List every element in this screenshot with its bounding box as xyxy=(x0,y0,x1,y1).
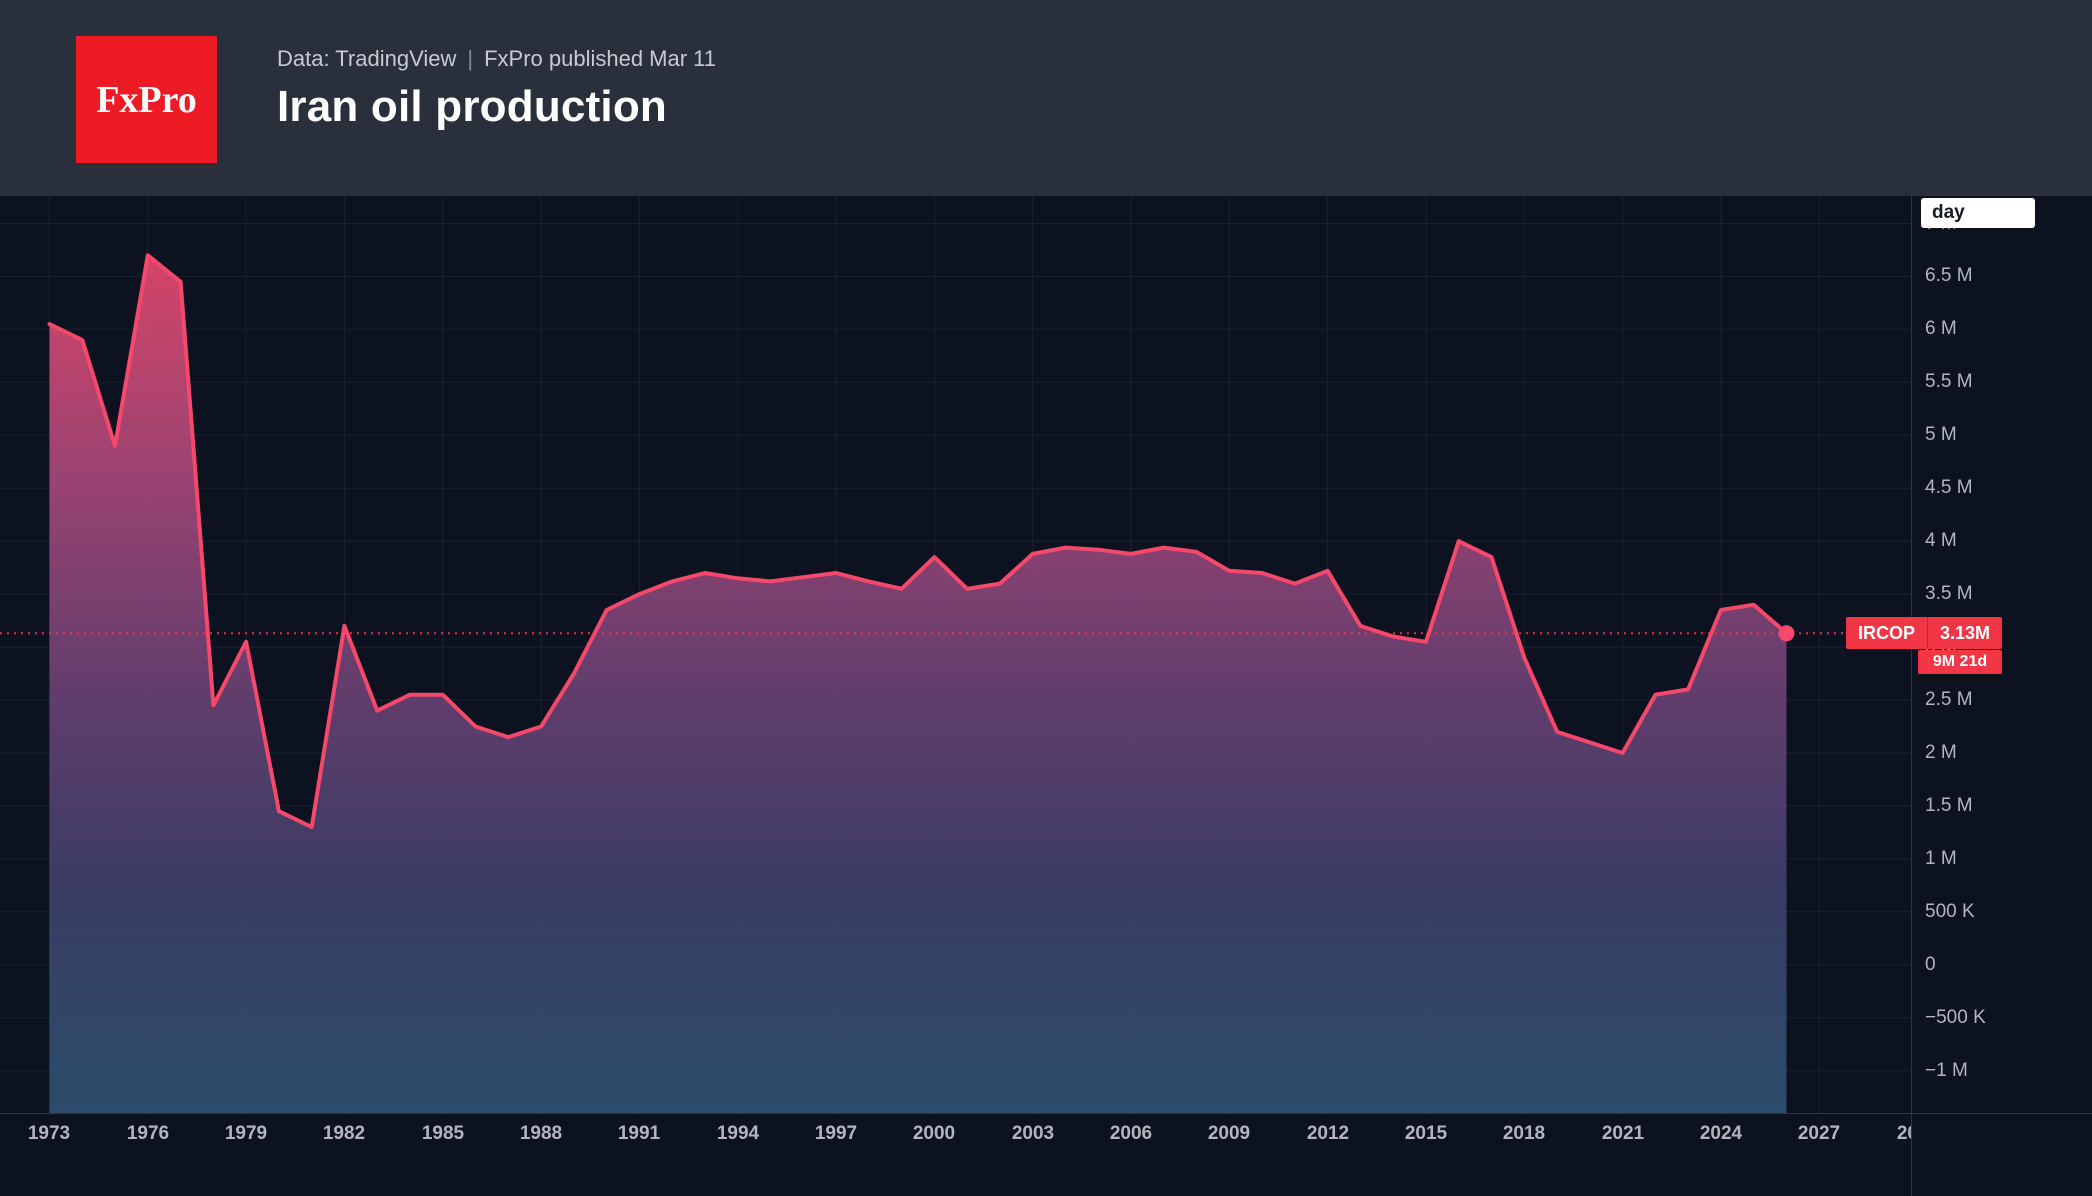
price-tick-label: 1.5 M xyxy=(1925,795,1973,817)
time-tick-label: 2003 xyxy=(993,1123,1073,1145)
time-tick-label: 2024 xyxy=(1681,1123,1761,1145)
price-tick-label: 2 M xyxy=(1925,742,1957,764)
price-tick-label: 5 M xyxy=(1925,424,1957,446)
price-tick-label: 3.5 M xyxy=(1925,583,1973,605)
last-price-badge: IRCOP 3.13M 9M 21d xyxy=(1846,617,2002,674)
time-scale[interactable]: 1973 1976 1979 1982 1985 1988 1991 1994 1997 2000… xyxy=(0,1114,1911,1196)
time-tick-label: 1979 xyxy=(206,1123,286,1145)
time-tick-label: 2021 xyxy=(1583,1123,1663,1145)
time-tick-label: 2015 xyxy=(1386,1123,1466,1145)
last-price-row: IRCOP 3.13M xyxy=(1846,617,2002,649)
time-tick-label: 2018 xyxy=(1484,1123,1564,1145)
fxpro-logo: FxPro xyxy=(76,36,217,163)
price-tick-label: 6 M xyxy=(1925,318,1957,340)
last-price-value: 3.13M xyxy=(1927,617,2002,649)
time-tick-label: 1991 xyxy=(599,1123,679,1145)
time-tick-label: 1997 xyxy=(796,1123,876,1145)
time-tick-label: 1973 xyxy=(9,1123,89,1145)
time-tick-label: 1976 xyxy=(108,1123,188,1145)
time-tick-label: 1994 xyxy=(698,1123,778,1145)
price-tick-label: 4.5 M xyxy=(1925,477,1973,499)
price-chart-canvas[interactable] xyxy=(0,196,1911,1113)
price-tick-label: −500 K xyxy=(1925,1007,1986,1029)
time-tick-label: 2030 xyxy=(1878,1123,1911,1145)
time-tick-label: 1985 xyxy=(403,1123,483,1145)
source-published-label: FxPro published Mar 11 xyxy=(484,46,716,71)
bar-countdown: 9M 21d xyxy=(1918,650,2002,674)
time-tick-label: 2012 xyxy=(1288,1123,1368,1145)
time-tick-label: 2006 xyxy=(1091,1123,1171,1145)
source-separator: | xyxy=(456,46,484,71)
price-tick-label: 2.5 M xyxy=(1925,689,1973,711)
price-tick-label: 6.5 M xyxy=(1925,265,1973,287)
time-tick-label: 1988 xyxy=(501,1123,581,1145)
time-tick-label: 2009 xyxy=(1189,1123,1269,1145)
price-tick-label: 5.5 M xyxy=(1925,371,1973,393)
price-tick-label: 0 xyxy=(1925,954,1936,976)
page-title: Iran oil production xyxy=(277,82,667,132)
time-tick-label: 1982 xyxy=(304,1123,384,1145)
source-data-label: Data: TradingView xyxy=(277,46,456,71)
price-tick-label: −1 M xyxy=(1925,1060,1968,1082)
price-scale[interactable]: day 7 M6.5 M6 M5.5 M5 M4.5 M4 M3.5 M3 M2… xyxy=(1912,196,2092,1196)
price-tick-label: 4 M xyxy=(1925,530,1957,552)
time-tick-label: 2000 xyxy=(894,1123,974,1145)
chart-region: 1973 1976 1979 1982 1985 1988 1991 1994 1997 2000… xyxy=(0,196,2092,1196)
price-tick-label: 500 K xyxy=(1925,901,1975,923)
time-tick-label: 2027 xyxy=(1779,1123,1859,1145)
fxpro-logo-text: FxPro xyxy=(96,78,197,122)
header-bar: FxPro Data: TradingView|FxPro published … xyxy=(0,0,2092,196)
interval-button[interactable]: day xyxy=(1921,198,2035,228)
price-tick-label: 1 M xyxy=(1925,848,1957,870)
trading-chart-app: FxPro Data: TradingView|FxPro published … xyxy=(0,0,2092,1196)
symbol-label: IRCOP xyxy=(1846,617,1927,649)
source-line: Data: TradingView|FxPro published Mar 11 xyxy=(277,46,716,72)
